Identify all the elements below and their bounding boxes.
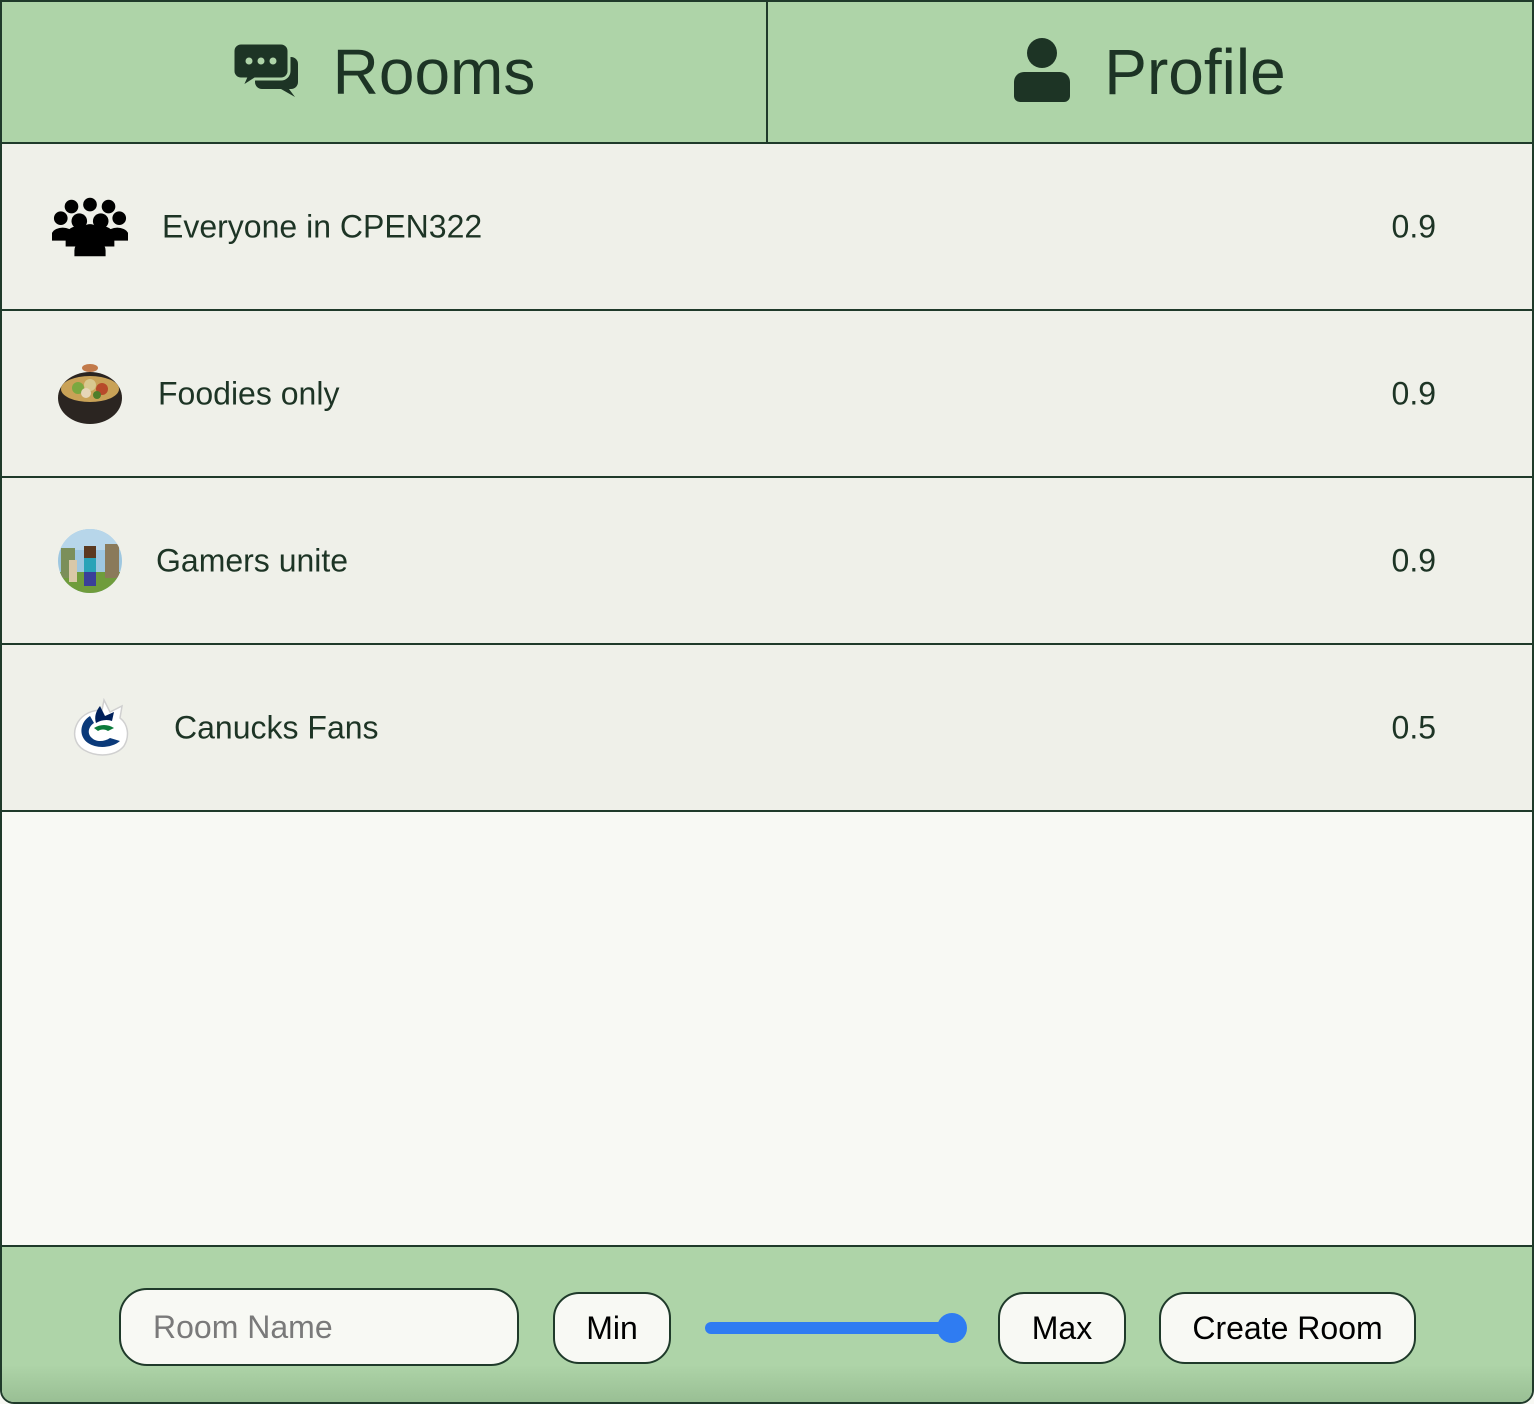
tab-bar: Rooms Profile	[2, 2, 1532, 144]
room-item[interactable]: Gamers unite 0.9	[2, 478, 1532, 645]
tab-profile[interactable]: Profile	[766, 2, 1532, 142]
tab-rooms-label: Rooms	[332, 36, 536, 108]
room-score: 0.5	[1391, 709, 1436, 745]
canucks-logo	[64, 690, 140, 766]
capacity-slider[interactable]	[705, 1313, 967, 1343]
slider-fill	[705, 1322, 952, 1334]
room-score: 0.9	[1391, 375, 1436, 411]
room-name: Foodies only	[158, 375, 340, 411]
chat-bubbles-icon	[231, 41, 299, 102]
room-item[interactable]: Canucks Fans 0.5	[2, 645, 1532, 812]
max-button[interactable]: Max	[998, 1292, 1126, 1364]
room-name: Gamers unite	[156, 542, 349, 578]
room-name: Everyone in CPEN322	[162, 208, 483, 244]
minecraft-image	[52, 523, 128, 599]
room-score: 0.9	[1391, 208, 1436, 244]
create-room-button[interactable]: Create Room	[1159, 1292, 1416, 1364]
user-icon	[1014, 37, 1071, 107]
app-window: Rooms Profile Everyone in CPEN322 0.9 Fo…	[0, 0, 1534, 1404]
room-name-input[interactable]	[119, 1288, 519, 1366]
room-item[interactable]: Everyone in CPEN322 0.9	[2, 144, 1532, 311]
room-score: 0.9	[1391, 542, 1436, 578]
create-room-bar: Min Max Create Room	[2, 1245, 1532, 1402]
slider-thumb[interactable]	[937, 1313, 967, 1343]
tab-rooms[interactable]: Rooms	[2, 2, 766, 142]
min-button[interactable]: Min	[553, 1292, 671, 1364]
room-item[interactable]: Foodies only 0.9	[2, 311, 1532, 478]
food-bowl-image	[52, 356, 128, 432]
room-name: Canucks Fans	[174, 709, 379, 745]
group-icon	[52, 189, 128, 265]
room-list: Everyone in CPEN322 0.9 Foodies only 0.9	[2, 144, 1532, 812]
tab-profile-label: Profile	[1104, 36, 1286, 108]
